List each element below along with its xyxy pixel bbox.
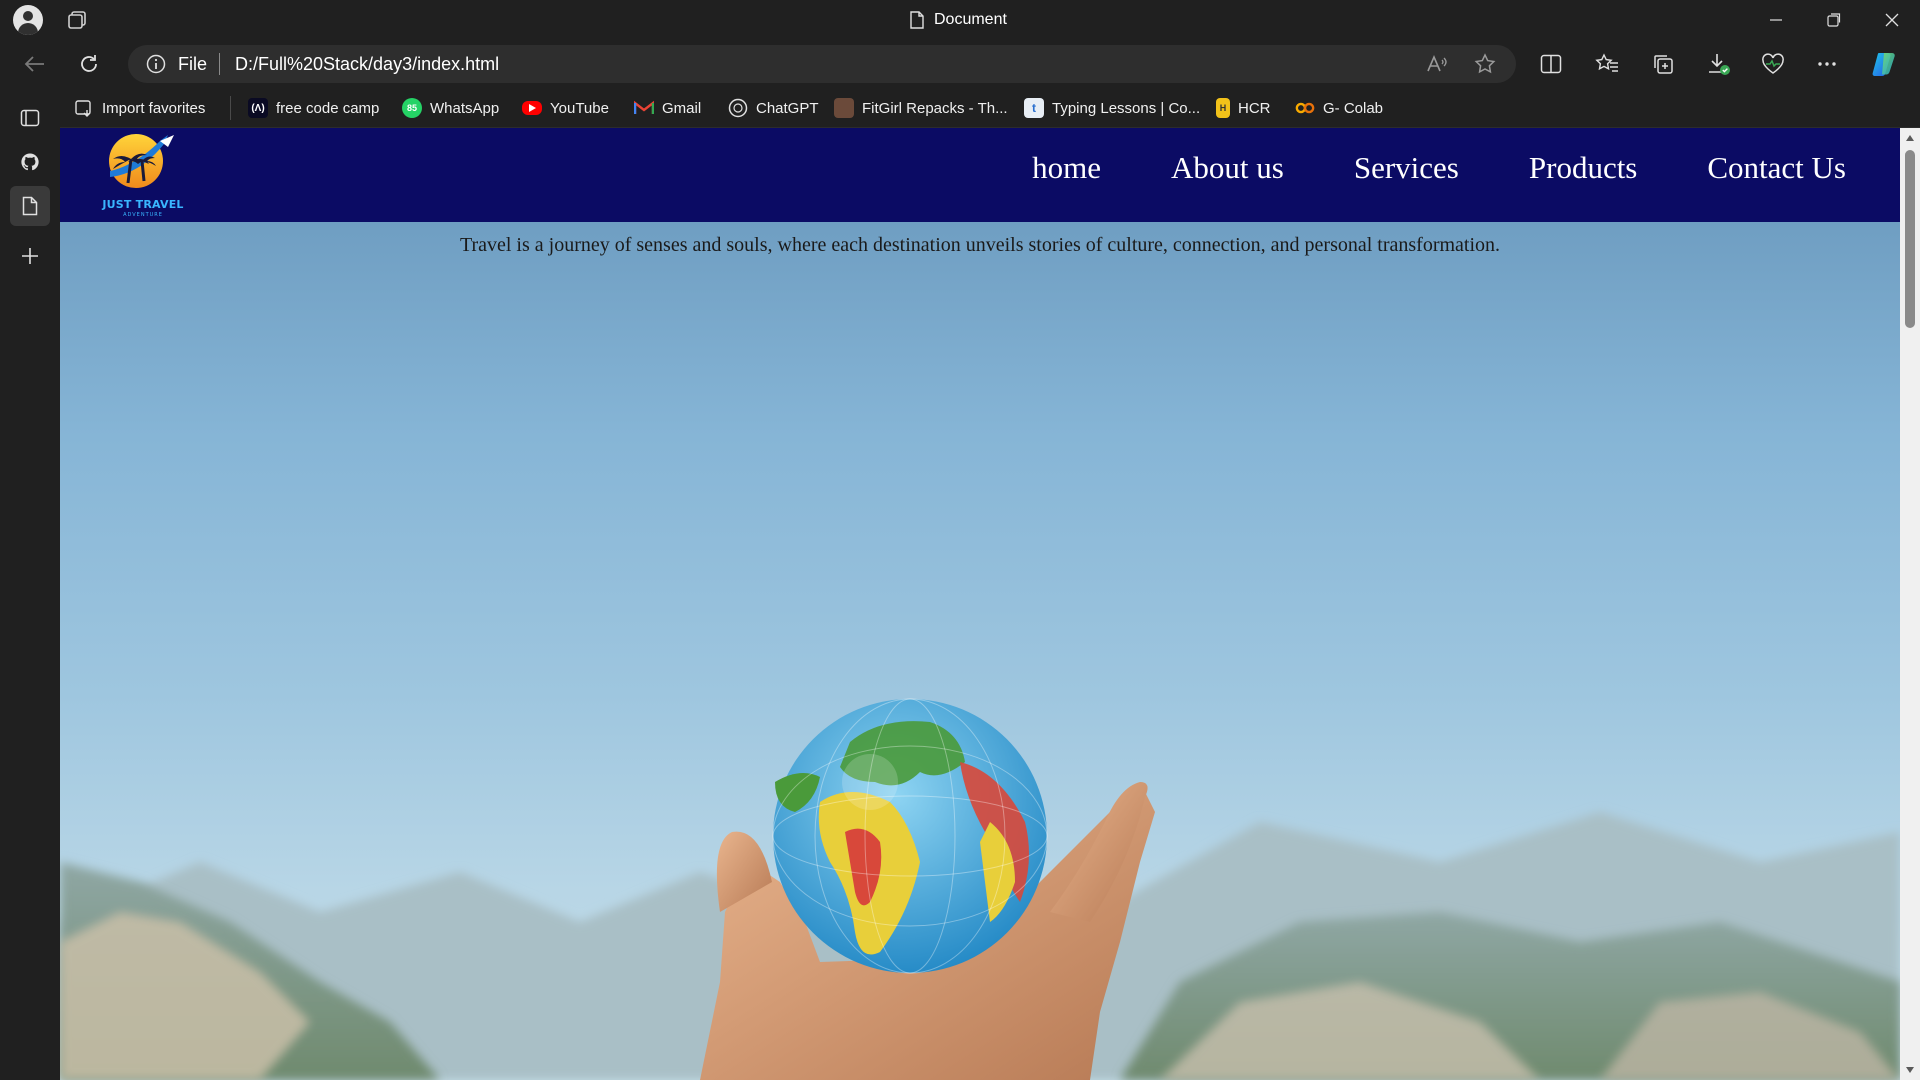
tab-actions-button[interactable] bbox=[10, 98, 50, 138]
fav-hcr[interactable]: H HCR bbox=[1216, 96, 1271, 120]
more-options-button[interactable] bbox=[1810, 48, 1844, 80]
close-button[interactable] bbox=[1864, 0, 1920, 40]
scroll-down-arrow-icon[interactable] bbox=[1904, 1064, 1916, 1076]
github-tab[interactable] bbox=[10, 142, 50, 182]
whatsapp-icon: 85 bbox=[402, 98, 422, 118]
scheme-label: File bbox=[178, 54, 208, 74]
restore-button[interactable] bbox=[1806, 0, 1862, 40]
fav-import-favorites[interactable]: Import favorites bbox=[74, 96, 205, 120]
address-bar[interactable]: File D:/Full%20Stack/day3/index.html bbox=[128, 45, 1516, 83]
minimize-icon bbox=[1770, 19, 1782, 21]
page-viewport: JUST TRAVEL ADVENTURE home About us Serv… bbox=[60, 128, 1900, 1080]
minimize-button[interactable] bbox=[1748, 0, 1804, 40]
url-text[interactable]: D:/Full%20Stack/day3/index.html bbox=[235, 54, 499, 75]
import-icon bbox=[74, 98, 94, 118]
copilot-icon bbox=[1872, 53, 1895, 76]
copilot-button[interactable] bbox=[1868, 48, 1902, 80]
new-tab-button[interactable] bbox=[10, 236, 50, 276]
profile-avatar[interactable] bbox=[13, 5, 43, 35]
logo-text: JUST TRAVEL bbox=[102, 198, 184, 211]
info-icon[interactable] bbox=[146, 54, 166, 74]
colab-icon bbox=[1295, 98, 1315, 118]
browser-essentials-button[interactable] bbox=[1756, 48, 1790, 80]
youtube-icon bbox=[522, 101, 542, 115]
fav-typing-lessons[interactable]: t Typing Lessons | Co... bbox=[1024, 96, 1200, 120]
divider bbox=[219, 53, 220, 75]
toolbar: File D:/Full%20Stack/day3/index.html bbox=[0, 40, 1920, 88]
nav-link-contact-us[interactable]: Contact Us bbox=[1707, 150, 1846, 186]
fav-g-colab[interactable]: G- Colab bbox=[1295, 96, 1383, 120]
typing-icon: t bbox=[1024, 98, 1044, 118]
github-icon bbox=[21, 153, 39, 171]
back-button[interactable] bbox=[18, 48, 52, 80]
fav-free-code-camp[interactable]: (Λ) free code camp bbox=[248, 96, 379, 120]
collections-icon bbox=[1654, 55, 1673, 74]
title-bar: Document bbox=[0, 0, 1920, 40]
tabs-icon bbox=[20, 109, 40, 127]
heart-pulse-icon bbox=[1762, 53, 1784, 74]
workspaces-icon[interactable] bbox=[66, 10, 88, 30]
document-tab[interactable] bbox=[10, 186, 50, 226]
download-icon bbox=[1709, 54, 1730, 75]
document-icon bbox=[22, 196, 38, 216]
favorites-divider bbox=[230, 96, 231, 120]
favorite-star-icon[interactable] bbox=[1472, 52, 1498, 76]
hcr-icon: H bbox=[1216, 98, 1230, 118]
close-icon bbox=[1885, 13, 1899, 27]
split-screen-icon bbox=[1540, 54, 1562, 74]
refresh-icon bbox=[81, 55, 97, 72]
nav-link-products[interactable]: Products bbox=[1529, 150, 1638, 186]
split-screen-button[interactable] bbox=[1534, 48, 1568, 80]
restore-icon bbox=[1827, 13, 1841, 27]
hero-section: Travel is a journey of senses and souls,… bbox=[60, 222, 1900, 1080]
read-aloud-icon[interactable] bbox=[1424, 52, 1450, 76]
downloads-button[interactable] bbox=[1702, 48, 1736, 80]
fav-chatgpt[interactable]: ChatGPT bbox=[728, 96, 819, 120]
gmail-icon bbox=[634, 98, 654, 118]
fav-fitgirl-repacks[interactable]: FitGirl Repacks - Th... bbox=[834, 96, 1008, 120]
fav-youtube[interactable]: YouTube bbox=[522, 96, 609, 120]
back-arrow-icon bbox=[24, 56, 44, 72]
favorites-list-icon bbox=[1595, 53, 1618, 72]
refresh-button[interactable] bbox=[72, 48, 106, 80]
window-title: Document bbox=[910, 10, 1007, 30]
site-menu: home About us Services Products Contact … bbox=[1032, 150, 1846, 186]
fav-whatsapp[interactable]: 85 WhatsApp bbox=[402, 96, 499, 120]
fitgirl-icon bbox=[834, 98, 854, 118]
vertical-tab-sidebar bbox=[0, 88, 60, 1080]
collections-button[interactable] bbox=[1646, 48, 1680, 80]
scroll-thumb[interactable] bbox=[1905, 150, 1915, 328]
document-icon bbox=[910, 11, 924, 29]
favorites-button[interactable] bbox=[1590, 48, 1624, 80]
nav-link-services[interactable]: Services bbox=[1354, 150, 1459, 186]
scroll-up-arrow-icon[interactable] bbox=[1904, 132, 1916, 144]
more-icon bbox=[1818, 62, 1836, 66]
chatgpt-icon bbox=[728, 98, 748, 118]
hero-image-globe-in-hand bbox=[60, 698, 1900, 1080]
nav-link-home[interactable]: home bbox=[1032, 150, 1101, 186]
hero-tagline: Travel is a journey of senses and souls,… bbox=[459, 234, 1501, 256]
freecodecamp-icon: (Λ) bbox=[248, 98, 268, 118]
page-scrollbar[interactable] bbox=[1900, 128, 1920, 1080]
add-icon bbox=[22, 248, 38, 264]
fav-gmail[interactable]: Gmail bbox=[634, 96, 701, 120]
site-navbar: JUST TRAVEL ADVENTURE home About us Serv… bbox=[60, 128, 1900, 222]
nav-link-about-us[interactable]: About us bbox=[1171, 150, 1284, 186]
logo-subtext: ADVENTURE bbox=[123, 212, 163, 218]
